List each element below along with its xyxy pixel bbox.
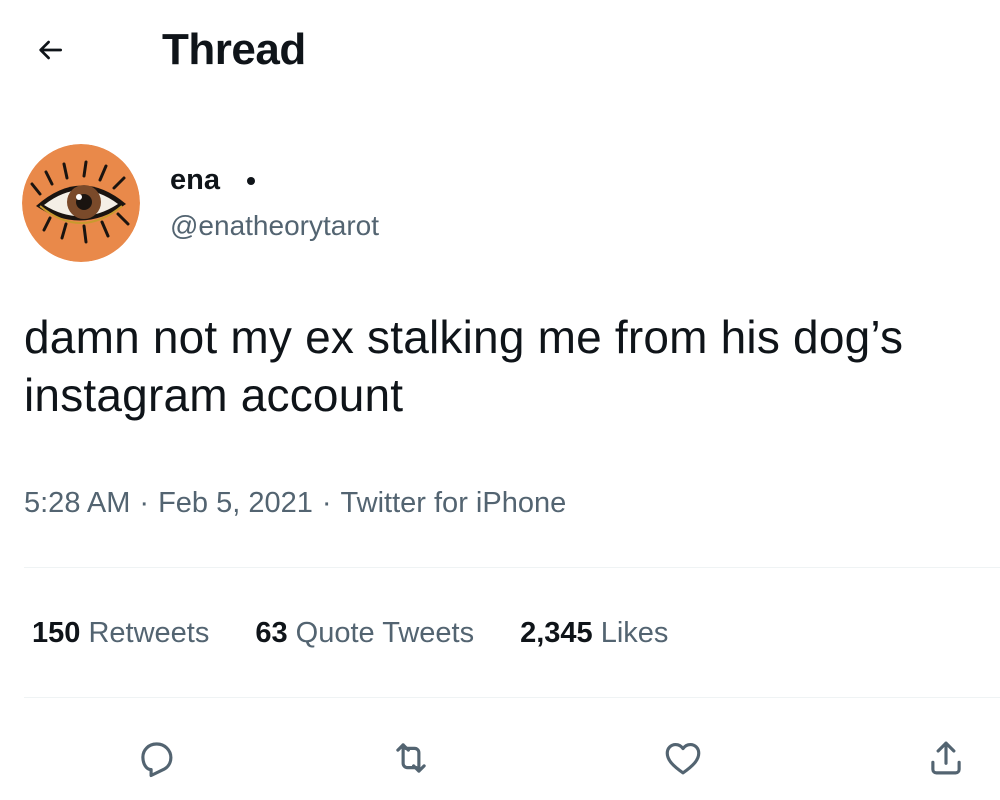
retweets-stat[interactable]: 150 Retweets <box>32 613 209 653</box>
tweet-meta: 5:28 AM · Feb 5, 2021 · Twitter for iPhone <box>24 483 566 523</box>
heart-icon <box>665 742 701 775</box>
divider <box>24 697 1000 698</box>
engagement-stats: 150 Retweets 63 Quote Tweets 2,345 Likes <box>32 613 714 653</box>
retweet-button[interactable] <box>383 730 439 786</box>
page-title: Thread <box>162 25 306 74</box>
tweet-date[interactable]: Feb 5, 2021 <box>158 483 313 523</box>
tweet-text: damn not my ex stalking me from his dog’… <box>24 311 904 421</box>
retweets-label: Retweets <box>88 617 210 649</box>
divider <box>24 567 1000 568</box>
likes-count: 2,345 <box>520 617 593 649</box>
tweet-time[interactable]: 5:28 AM <box>24 483 130 523</box>
meta-separator: · <box>139 487 150 519</box>
arrow-left-icon <box>39 40 62 60</box>
share-button[interactable] <box>918 730 974 786</box>
user-handle[interactable]: @enatheorytarot <box>170 206 379 246</box>
quote-tweets-count: 63 <box>255 617 288 649</box>
quote-tweets-stat[interactable]: 63 Quote Tweets <box>255 613 474 653</box>
display-name[interactable]: ena <box>170 160 220 200</box>
likes-label: Likes <box>600 617 669 649</box>
retweets-count: 150 <box>32 617 81 649</box>
thread-header: Thread <box>0 0 1000 100</box>
tweet-source[interactable]: Twitter for iPhone <box>341 483 567 523</box>
avatar[interactable] <box>22 144 140 262</box>
reply-button[interactable] <box>128 730 184 786</box>
meta-separator: · <box>321 487 332 519</box>
like-button[interactable] <box>655 730 711 786</box>
name-dot <box>247 177 255 185</box>
reply-icon <box>141 742 173 778</box>
quote-tweets-label: Quote Tweets <box>295 617 475 649</box>
back-button[interactable] <box>28 28 72 72</box>
retweet-icon <box>396 743 426 773</box>
share-icon <box>931 741 961 775</box>
likes-stat[interactable]: 2,345 Likes <box>520 613 668 653</box>
eye-avatar-icon <box>22 144 140 262</box>
